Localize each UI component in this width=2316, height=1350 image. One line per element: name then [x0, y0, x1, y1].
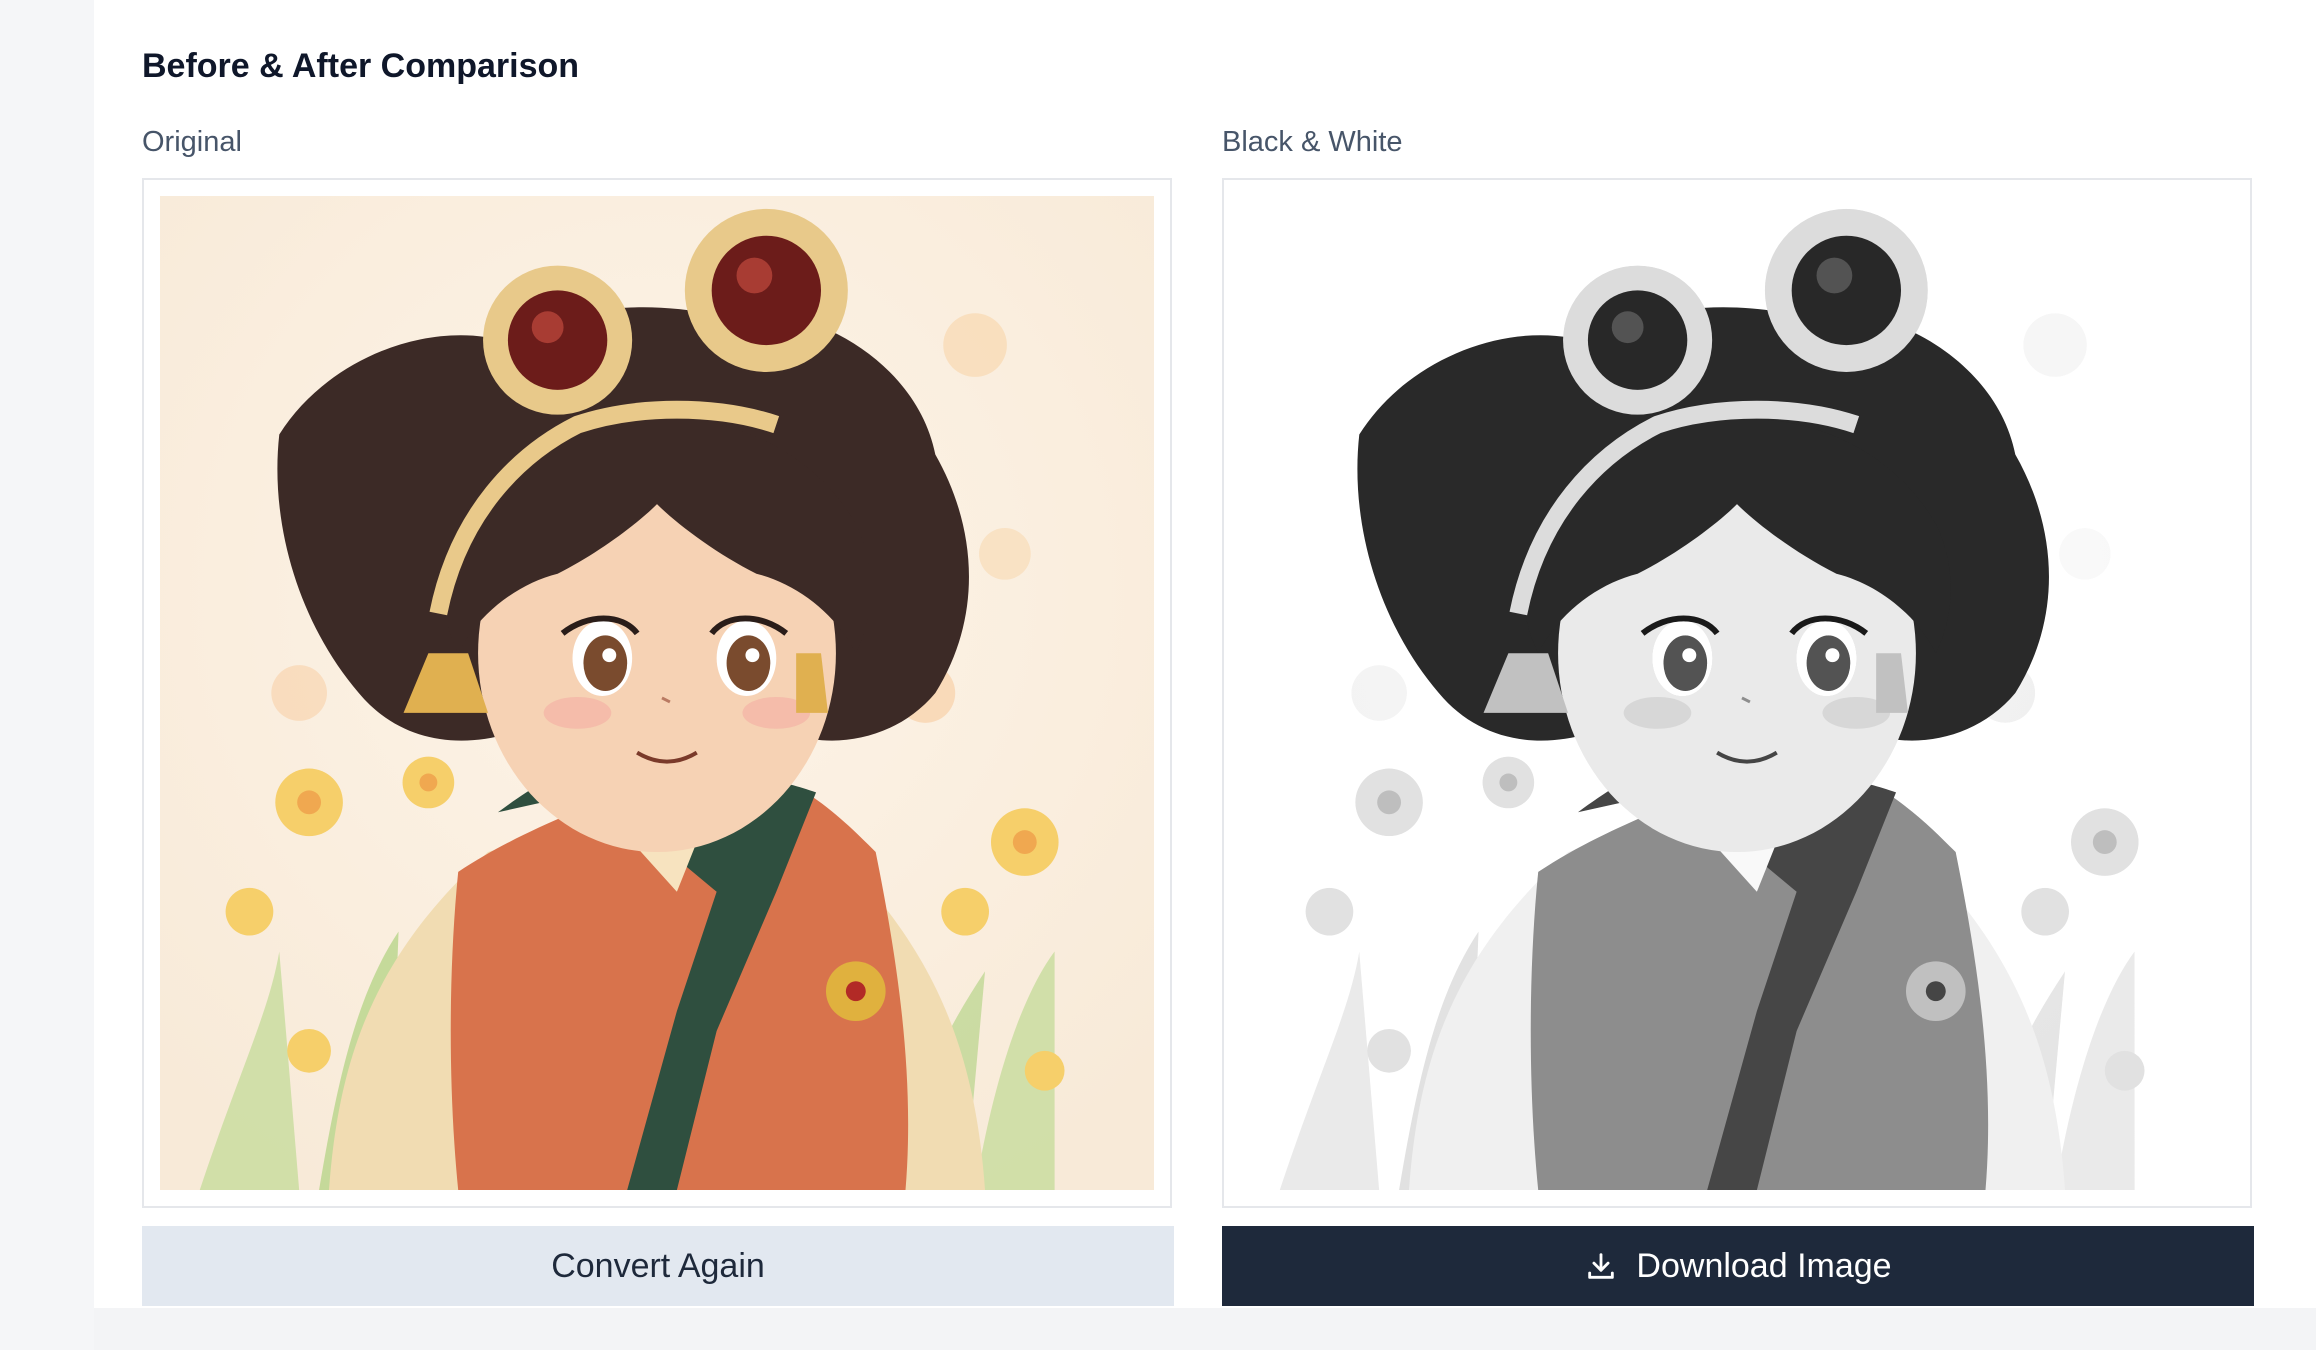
bw-image — [1240, 196, 2234, 1190]
original-label: Original — [142, 126, 242, 158]
left-gutter — [0, 0, 94, 1350]
convert-again-label: Convert Again — [551, 1246, 765, 1285]
download-image-button[interactable]: Download Image — [1222, 1226, 2254, 1306]
bw-label: Black & White — [1222, 126, 1403, 158]
bottom-strip — [94, 1308, 2316, 1350]
original-image — [160, 196, 1154, 1190]
original-image-frame — [142, 178, 1172, 1208]
convert-again-button[interactable]: Convert Again — [142, 1226, 1174, 1306]
download-icon — [1584, 1249, 1618, 1283]
section-title: Before & After Comparison — [142, 47, 580, 85]
download-image-label: Download Image — [1636, 1246, 1892, 1285]
bw-image-frame — [1222, 178, 2252, 1208]
